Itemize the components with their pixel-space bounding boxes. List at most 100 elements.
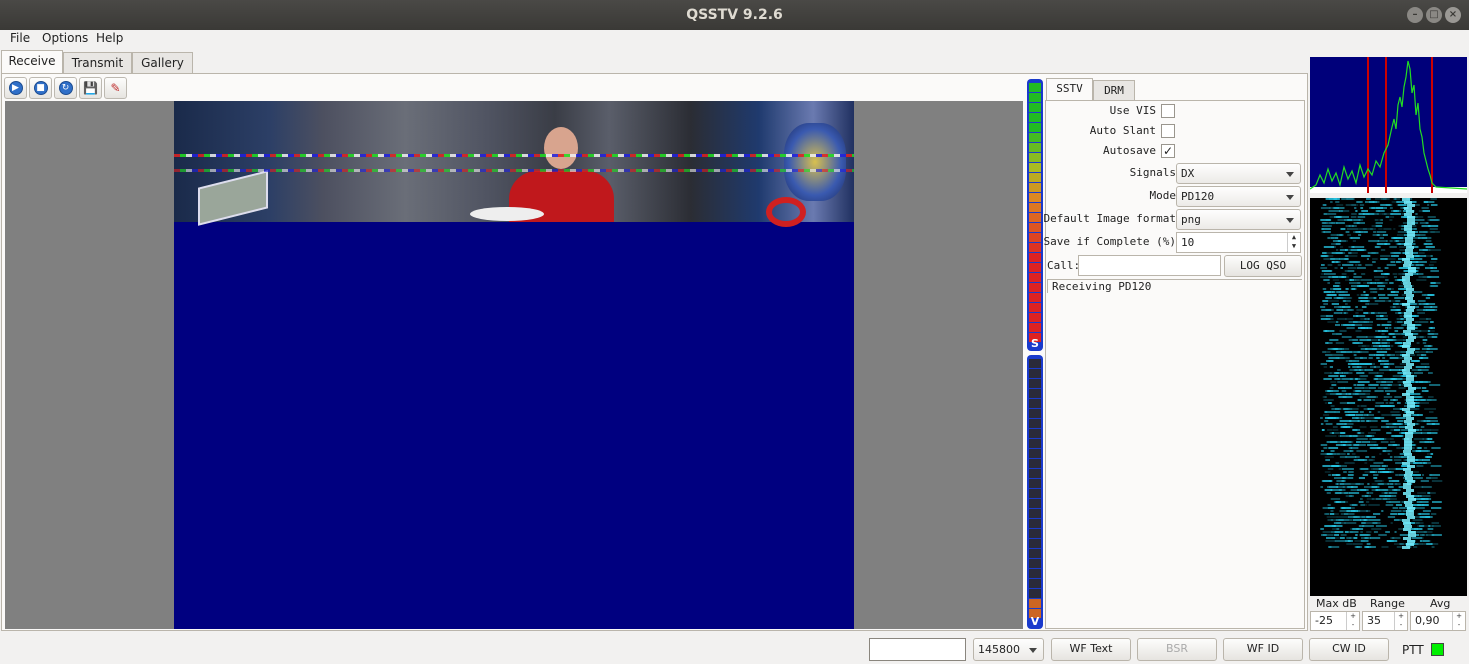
- waterfall-pixel: [1378, 294, 1386, 296]
- meter-segment: [1029, 203, 1041, 212]
- waterfall-carrier: [1402, 354, 1410, 357]
- waterfall-carrier: [1404, 228, 1412, 231]
- image-format-select[interactable]: png: [1176, 209, 1301, 230]
- start-button[interactable]: ▶: [4, 77, 27, 99]
- spin-arrows-icon[interactable]: ▲ ▼: [1287, 233, 1300, 252]
- save-complete-spinbox[interactable]: 10 ▲ ▼: [1176, 232, 1301, 253]
- erase-button[interactable]: ✎: [104, 77, 127, 99]
- menu-options[interactable]: Options: [42, 31, 88, 45]
- maximize-icon[interactable]: □: [1426, 7, 1442, 23]
- tab-sstv[interactable]: SSTV: [1046, 78, 1093, 102]
- waterfall-pixel: [1387, 477, 1392, 479]
- waterfall-pixel: [1362, 390, 1371, 392]
- meter-segment: [1029, 243, 1041, 252]
- waterfall-carrier: [1405, 471, 1413, 474]
- waterfall-pixel: [1359, 375, 1369, 377]
- waterfall-pixel: [1325, 525, 1335, 527]
- auto-slant-checkbox[interactable]: [1161, 124, 1175, 138]
- save-button[interactable]: 💾: [79, 77, 102, 99]
- waterfall-pixel: [1370, 465, 1381, 467]
- waterfall-pixel: [1382, 357, 1386, 359]
- waterfall-pixel: [1430, 231, 1440, 233]
- avg-spinbox[interactable]: 0,90 + -: [1410, 611, 1466, 631]
- waterfall-pixel: [1325, 513, 1335, 515]
- tab-gallery[interactable]: Gallery: [132, 52, 193, 74]
- waterfall-pixel: [1401, 294, 1407, 296]
- waterfall-pixel: [1357, 384, 1365, 386]
- log-qso-button[interactable]: LOG QSO: [1224, 255, 1302, 277]
- menu-file[interactable]: File: [10, 31, 30, 45]
- waterfall-pixel: [1393, 240, 1405, 242]
- received-image: [174, 101, 854, 629]
- waterfall-pixel: [1430, 429, 1439, 431]
- waterfall-pixel: [1373, 366, 1376, 368]
- waterfall-carrier: [1407, 306, 1415, 309]
- waterfall-pixel: [1359, 204, 1365, 206]
- wf-id-button[interactable]: WF ID: [1223, 638, 1303, 661]
- waterfall-pixel: [1356, 336, 1368, 338]
- waterfall-pixel: [1395, 198, 1400, 200]
- waterfall-carrier: [1404, 444, 1412, 447]
- waterfall-pixel: [1431, 546, 1435, 548]
- waterfall-pixel: [1417, 312, 1425, 314]
- waterfall-pixel: [1430, 321, 1434, 323]
- use-vis-checkbox[interactable]: [1161, 104, 1175, 118]
- waterfall-pixel: [1330, 519, 1334, 521]
- waterfall-pixel: [1337, 264, 1341, 266]
- bsr-button[interactable]: BSR: [1137, 638, 1217, 661]
- waterfall-carrier: [1405, 504, 1413, 507]
- resync-button[interactable]: ↻: [54, 77, 77, 99]
- waterfall-pixel: [1428, 249, 1431, 251]
- waterfall-pixel: [1429, 261, 1437, 263]
- max-db-spinbox[interactable]: -25 + -: [1310, 611, 1360, 631]
- waterfall-pixel: [1380, 315, 1384, 317]
- waterfall-pixel: [1354, 444, 1366, 446]
- waterfall-pixel: [1373, 345, 1381, 347]
- waterfall-pixel: [1416, 414, 1423, 416]
- tab-transmit[interactable]: Transmit: [63, 52, 132, 74]
- frequency-select[interactable]: 145800: [973, 638, 1044, 661]
- autosave-checkbox[interactable]: ✓: [1161, 144, 1175, 158]
- stop-button[interactable]: ■: [29, 77, 52, 99]
- spin-arrows-icon[interactable]: + -: [1452, 612, 1465, 630]
- wf-text-button[interactable]: WF Text: [1051, 638, 1131, 661]
- close-icon[interactable]: ×: [1445, 7, 1461, 23]
- waterfall-pixel: [1349, 261, 1361, 263]
- minimize-icon[interactable]: –: [1407, 7, 1423, 23]
- waterfall-pixel: [1351, 213, 1357, 215]
- waterfall-pixel: [1427, 438, 1432, 440]
- tab-receive[interactable]: Receive: [1, 50, 63, 75]
- waterfall-pixel: [1420, 399, 1425, 401]
- waterfall-pixel: [1363, 519, 1367, 521]
- waterfall-pixel: [1362, 387, 1370, 389]
- waterfall-pixel: [1353, 354, 1357, 356]
- waterfall-pixel: [1333, 207, 1345, 209]
- waterfall-pixel: [1400, 318, 1404, 320]
- waterfall-carrier: [1404, 201, 1412, 204]
- waterfall-pixel: [1332, 348, 1345, 350]
- waterfall-pixel: [1394, 255, 1399, 257]
- spin-arrows-icon[interactable]: + -: [1394, 612, 1407, 630]
- menu-help[interactable]: Help: [96, 31, 123, 45]
- spin-arrows-icon[interactable]: + -: [1346, 612, 1359, 630]
- waterfall-pixel: [1323, 330, 1335, 332]
- waterfall-pixel: [1356, 441, 1362, 443]
- waterfall-pixel: [1336, 516, 1349, 518]
- waterfall-pixel: [1377, 411, 1381, 413]
- waterfall-pixel: [1377, 339, 1381, 341]
- waterfall-pixel: [1354, 279, 1360, 281]
- waterfall-carrier: [1403, 468, 1411, 471]
- range-spinbox[interactable]: 35 + -: [1362, 611, 1408, 631]
- waterfall-pixel: [1419, 525, 1425, 527]
- mode-select[interactable]: PD120: [1176, 186, 1301, 207]
- waterfall-pixel: [1336, 321, 1339, 323]
- cw-id-button[interactable]: CW ID: [1309, 638, 1389, 661]
- waterfall-pixel: [1381, 414, 1392, 416]
- waterfall-pixel: [1356, 315, 1366, 317]
- call-input[interactable]: [1078, 255, 1221, 276]
- signals-select[interactable]: DX: [1176, 163, 1301, 184]
- waterfall-pixel: [1386, 348, 1390, 350]
- waterfall-pixel: [1346, 537, 1352, 539]
- waterfall-pixel: [1396, 327, 1403, 329]
- waterfall-pixel: [1369, 426, 1378, 428]
